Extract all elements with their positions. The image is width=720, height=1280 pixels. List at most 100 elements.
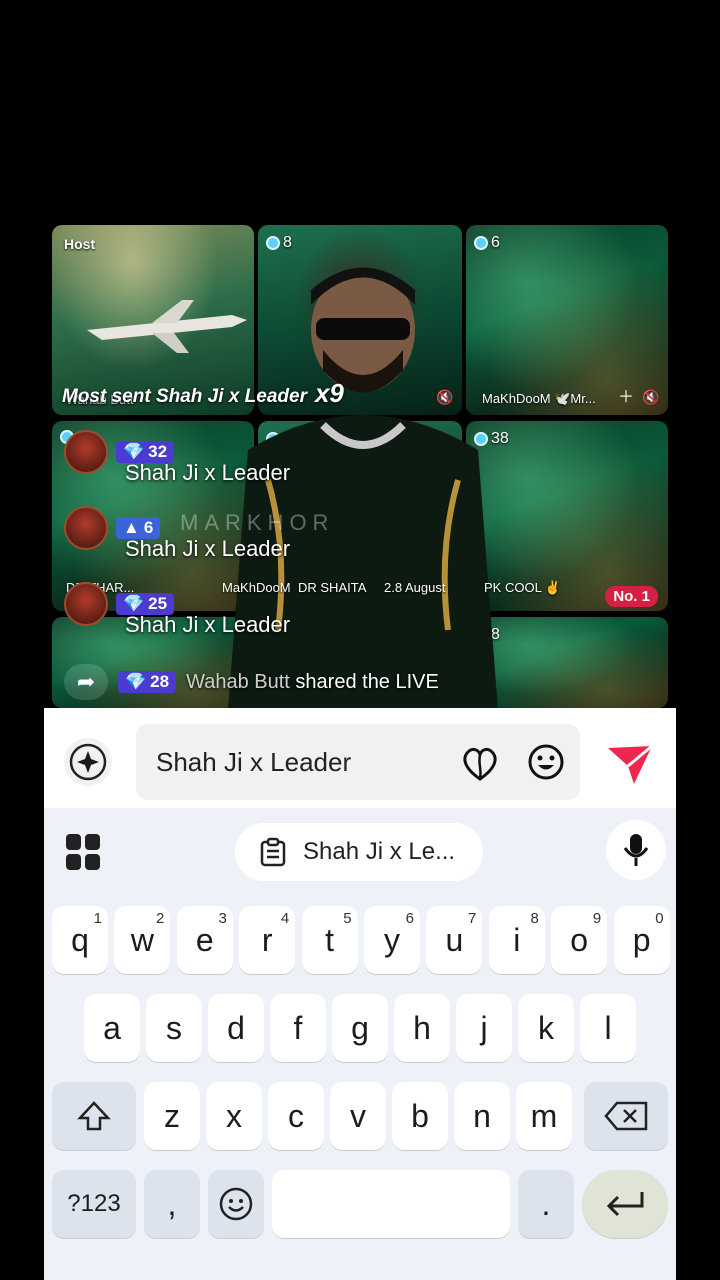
backspace-key[interactable]	[584, 1082, 668, 1150]
avatar[interactable]	[64, 430, 108, 474]
key-f[interactable]: f	[270, 994, 326, 1062]
mic-button[interactable]	[606, 820, 666, 880]
key-label: k	[538, 1009, 554, 1046]
key-label: l	[604, 1009, 612, 1046]
key-y[interactable]: y6	[364, 906, 420, 974]
key-label: c	[288, 1097, 304, 1134]
key-b[interactable]: b	[392, 1082, 448, 1150]
key-g[interactable]: g	[332, 994, 388, 1062]
key-hint: 6	[405, 910, 414, 927]
tile-name: DR SHAITA	[298, 580, 367, 595]
key-t[interactable]: t5	[301, 906, 358, 974]
tile-name: MaKhDooM 🕊️Mr...	[482, 391, 596, 406]
shift-key[interactable]	[52, 1082, 136, 1150]
key-q[interactable]: q1	[52, 906, 108, 974]
key-j[interactable]: j	[456, 994, 512, 1062]
send-icon[interactable]	[604, 740, 656, 788]
viewer-badge: 8	[474, 626, 500, 644]
emoji-key[interactable]	[208, 1170, 264, 1238]
period-key[interactable]: .	[518, 1170, 574, 1238]
mic-icon	[623, 834, 649, 866]
key-label: s	[166, 1009, 182, 1046]
key-hint: 5	[343, 910, 352, 927]
comma-key[interactable]: ,	[144, 1170, 200, 1238]
chat-comment: 💎 32 Shah Ji x Leader	[64, 430, 290, 485]
chat-comment: ▲ 6 Shah Ji x Leader	[64, 506, 290, 561]
key-w[interactable]: w2	[114, 906, 171, 974]
key-m[interactable]: m	[516, 1082, 572, 1150]
clipboard-suggestion[interactable]: Shah Ji x Le...	[235, 823, 483, 881]
key-i[interactable]: i8	[488, 906, 545, 974]
key-label: p	[632, 921, 651, 958]
symbols-key[interactable]: ?123	[52, 1170, 136, 1238]
clipboard-icon	[260, 837, 286, 867]
key-p[interactable]: p0	[613, 906, 670, 974]
viewer-badge: 6	[474, 234, 500, 252]
guest-tile[interactable]: 8	[466, 617, 668, 708]
key-label: b	[411, 1097, 429, 1134]
key-o[interactable]: o9	[551, 906, 608, 974]
tile-name: PK COOL ✌️	[484, 580, 562, 595]
shared-notice: ➦ 💎 28 Wahab Butt shared the LIVE	[64, 664, 439, 700]
key-c[interactable]: c	[268, 1082, 324, 1150]
space-key[interactable]	[272, 1170, 510, 1238]
key-label: z	[164, 1097, 180, 1134]
key-r[interactable]: r4	[239, 906, 296, 974]
key-label: g	[351, 1009, 369, 1046]
key-x[interactable]: x	[206, 1082, 262, 1150]
key-n[interactable]: n	[454, 1082, 510, 1150]
key-label: x	[226, 1097, 242, 1134]
screen: Host Wahab Butt 8 🔇 6 MaKhDooM 🕊️Mr... ＋…	[0, 0, 720, 1280]
key-u[interactable]: u7	[426, 906, 483, 974]
key-label: a	[103, 1009, 121, 1046]
key-label: t	[325, 921, 335, 958]
mic-off-icon: 🔇	[436, 389, 454, 405]
key-hint: 7	[468, 910, 477, 927]
plane-icon	[87, 300, 247, 353]
spark-button[interactable]	[64, 738, 112, 786]
share-icon[interactable]: ➦	[64, 664, 108, 700]
emoji-key-icon	[219, 1187, 253, 1221]
comment-text: Shah Ji x Leader	[125, 536, 291, 561]
key-hint: 4	[280, 910, 290, 927]
watermark-text: MARKHOR	[180, 510, 335, 535]
key-e[interactable]: e3	[176, 906, 233, 974]
key-l[interactable]: l	[580, 994, 636, 1062]
emoji-icon[interactable]	[526, 742, 566, 782]
plus-icon[interactable]: ＋	[618, 383, 634, 407]
key-h[interactable]: h	[394, 994, 450, 1062]
gem-badge: 💎 28	[118, 671, 177, 693]
shift-icon	[77, 1101, 111, 1131]
key-d[interactable]: d	[208, 994, 264, 1062]
heart-icon[interactable]	[460, 744, 500, 784]
key-label: m	[530, 1097, 558, 1134]
viewer-badge: 8	[266, 234, 292, 252]
guest-tile[interactable]: 6 MaKhDooM 🕊️Mr... ＋ 🔇	[466, 225, 668, 415]
viewer-badge: 8	[266, 430, 292, 448]
key-s[interactable]: s	[146, 994, 202, 1062]
key-v[interactable]: v	[330, 1082, 386, 1150]
avatar[interactable]	[64, 506, 108, 550]
avatar[interactable]	[64, 582, 108, 626]
soft-keyboard: Shah Ji x Le... ?123 , . q 1 w 2 e 3 r 4…	[44, 808, 676, 1280]
key-z[interactable]: z	[144, 1082, 200, 1150]
most-sent-multiplier: x9	[314, 378, 344, 408]
most-sent-banner: Most sent Shah Ji x Leader x9	[62, 378, 344, 409]
key-hint: 8	[530, 910, 539, 927]
apps-icon[interactable]	[66, 834, 102, 870]
key-k[interactable]: k	[518, 994, 574, 1062]
key-label: u	[445, 921, 464, 958]
key-label: i	[513, 921, 521, 958]
shared-text: Wahab Butt shared the LIVE	[186, 670, 439, 693]
comment-text: Shah Ji x Leader	[125, 612, 291, 637]
enter-key[interactable]	[582, 1170, 668, 1238]
key-hint: 3	[218, 910, 227, 927]
key-a[interactable]: a	[84, 994, 140, 1062]
rank-badge: No. 1	[605, 586, 658, 607]
key-label: o	[570, 921, 589, 958]
mic-off-icon: 🔇	[642, 389, 660, 405]
keyboard-toolbar: Shah Ji x Le...	[44, 808, 676, 896]
viewer-badge: 38	[474, 430, 509, 448]
comment-text: Shah Ji x Leader	[125, 460, 291, 485]
comment-input[interactable]	[136, 724, 580, 800]
